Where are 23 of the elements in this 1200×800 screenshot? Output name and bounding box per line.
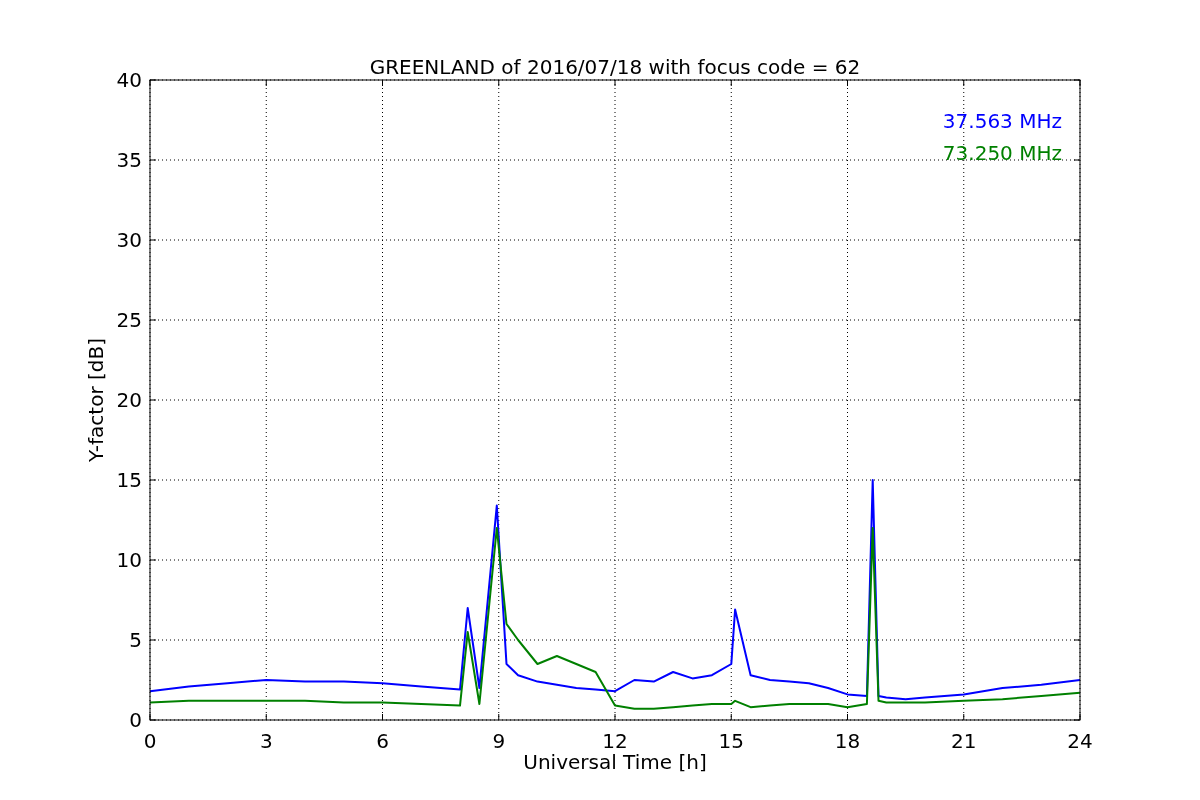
- tick-label: 9: [492, 729, 506, 753]
- tick-label: 20: [116, 388, 142, 412]
- chart-title: GREENLAND of 2016/07/18 with focus code = 62: [369, 55, 861, 79]
- tick-label: 0: [143, 729, 157, 753]
- tick-label: 35: [116, 148, 142, 172]
- tick-label: 25: [116, 308, 142, 332]
- tick-label: 5: [129, 628, 142, 652]
- axis-label: Y-factor [dB]: [84, 338, 108, 462]
- tick-label: 15: [116, 468, 142, 492]
- tick-label: 0: [129, 708, 142, 732]
- tick-label: 15: [718, 729, 744, 753]
- tick-label: 10: [116, 548, 142, 572]
- tick-label: 21: [951, 729, 977, 753]
- tick-label: 30: [116, 228, 142, 252]
- legend-label: 73.250 MHz: [942, 141, 1062, 165]
- tick-label: 40: [116, 68, 142, 92]
- tick-label: 3: [259, 729, 273, 753]
- axis-label: Universal Time [h]: [523, 750, 707, 774]
- tick-label: 24: [1067, 729, 1093, 753]
- tick-label: 6: [376, 729, 389, 753]
- tick-label: 18: [834, 729, 861, 753]
- tick-label: 12: [602, 729, 628, 753]
- legend-label: 37.563 MHz: [942, 109, 1062, 133]
